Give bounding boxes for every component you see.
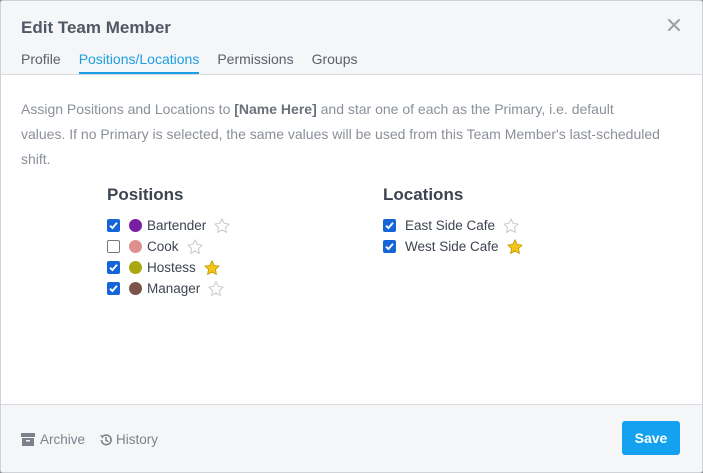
tab-profile[interactable]: Profile <box>21 51 61 74</box>
primary-star-icon[interactable] <box>506 238 524 256</box>
position-label: Cook <box>147 239 179 254</box>
primary-star-icon[interactable] <box>186 238 204 256</box>
positions-column: Positions Bartender Cook Hostess Manager <box>107 185 231 299</box>
history-label: History <box>116 432 159 447</box>
checkmark-icon <box>109 285 118 293</box>
position-row: Manager <box>107 278 231 299</box>
dialog-title: Edit Team Member <box>21 18 171 37</box>
edit-team-member-dialog: Edit Team Member Profile Positions/Locat… <box>0 0 703 473</box>
checkmark-icon <box>385 243 394 251</box>
member-name-placeholder: [Name Here] <box>234 101 317 117</box>
location-checkbox[interactable] <box>383 240 396 253</box>
history-icon <box>100 433 112 445</box>
instructions-text: Assign Positions and Locations to [Name … <box>21 97 661 172</box>
tab-bar: Profile Positions/Locations Permissions … <box>21 51 376 74</box>
primary-star-icon[interactable] <box>203 259 221 277</box>
location-checkbox[interactable] <box>383 219 396 232</box>
position-label: Manager <box>147 281 201 296</box>
tab-groups[interactable]: Groups <box>312 51 358 74</box>
position-label: Hostess <box>147 260 196 275</box>
position-checkbox[interactable] <box>107 240 120 253</box>
tab-positions-locations[interactable]: Positions/Locations <box>78 51 200 74</box>
position-checkbox[interactable] <box>107 219 120 232</box>
position-checkbox[interactable] <box>107 282 120 295</box>
checkmark-icon <box>385 222 394 230</box>
history-button[interactable]: History <box>99 432 158 447</box>
archive-label: Archive <box>40 432 86 447</box>
dialog-header: Edit Team Member Profile Positions/Locat… <box>1 1 702 75</box>
locations-heading: Locations <box>383 185 464 204</box>
location-label: West Side Cafe <box>405 239 499 254</box>
position-color-dot <box>129 240 142 253</box>
tab-permissions[interactable]: Permissions <box>217 51 293 74</box>
position-color-dot <box>129 261 142 274</box>
close-icon[interactable] <box>666 17 682 33</box>
archive-button[interactable]: Archive <box>21 432 85 447</box>
instructions-before: Assign Positions and Locations to <box>21 101 235 117</box>
primary-star-icon[interactable] <box>207 280 225 298</box>
dialog-footer: Archive History Save <box>1 404 702 472</box>
primary-star-icon[interactable] <box>502 217 520 235</box>
location-row: East Side Cafe <box>383 215 524 236</box>
save-button[interactable]: Save <box>622 421 680 455</box>
archive-icon <box>21 433 35 446</box>
position-row: Cook <box>107 236 231 257</box>
position-color-dot <box>129 219 142 232</box>
position-label: Bartender <box>147 218 207 233</box>
positions-heading: Positions <box>107 185 184 204</box>
checkmark-icon <box>109 222 118 230</box>
locations-list: East Side Cafe West Side Cafe <box>383 215 524 257</box>
checkmark-icon <box>109 264 118 272</box>
location-row: West Side Cafe <box>383 236 524 257</box>
position-row: Hostess <box>107 257 231 278</box>
primary-star-icon[interactable] <box>213 217 231 235</box>
locations-column: Locations East Side Cafe West Side Cafe <box>383 185 524 257</box>
positions-list: Bartender Cook Hostess Manager <box>107 215 231 299</box>
position-color-dot <box>129 282 142 295</box>
location-label: East Side Cafe <box>405 218 496 233</box>
position-checkbox[interactable] <box>107 261 120 274</box>
position-row: Bartender <box>107 215 231 236</box>
